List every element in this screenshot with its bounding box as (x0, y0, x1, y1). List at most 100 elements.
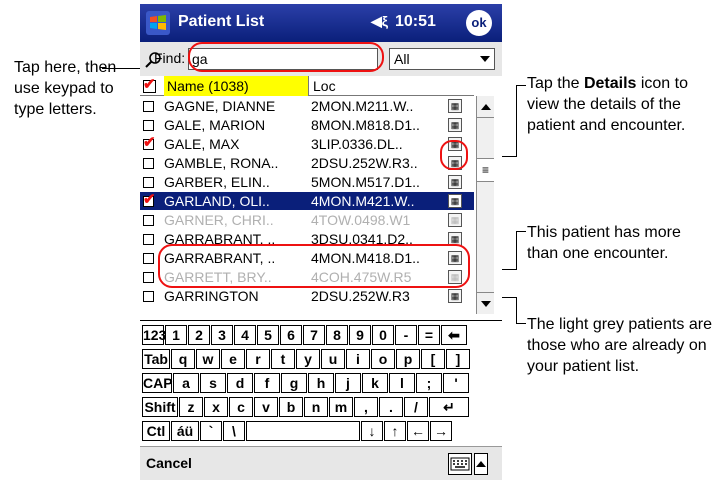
key[interactable] (246, 421, 360, 441)
patient-row[interactable]: GARBER, ELIN.. 5MON.M517.D1.. ▦ (140, 173, 474, 191)
key[interactable]: - (395, 325, 417, 345)
patient-row[interactable]: GALE, MARION 8MON.M818.D1.. ▦ (140, 116, 474, 134)
scroll-thumb[interactable]: ≡ (477, 158, 494, 182)
row-checkbox[interactable] (143, 215, 154, 226)
key[interactable]: i (346, 349, 370, 369)
key[interactable]: 5 (257, 325, 279, 345)
select-all-checkbox[interactable]: ✔ (143, 76, 156, 93)
key[interactable]: ] (446, 349, 470, 369)
key[interactable]: t (271, 349, 295, 369)
key[interactable]: 9 (349, 325, 371, 345)
key[interactable]: 4 (234, 325, 256, 345)
key[interactable]: o (371, 349, 395, 369)
key[interactable]: ← (407, 421, 429, 441)
key[interactable]: r (246, 349, 270, 369)
key[interactable]: ` (200, 421, 222, 441)
details-icon[interactable]: ▦ (448, 213, 462, 227)
details-icon[interactable]: ▦ (448, 289, 462, 303)
key[interactable]: ' (443, 373, 469, 393)
key[interactable]: 123 (142, 325, 166, 345)
key[interactable]: s (200, 373, 226, 393)
key[interactable]: d (227, 373, 253, 393)
keyboard-icon[interactable] (448, 453, 472, 475)
key[interactable]: ↓ (361, 421, 383, 441)
key[interactable]: → (430, 421, 452, 441)
key[interactable]: a (173, 373, 199, 393)
filter-dropdown[interactable]: All (389, 48, 495, 70)
key[interactable]: 6 (280, 325, 302, 345)
cancel-button[interactable]: Cancel (146, 455, 192, 471)
row-checkbox[interactable] (143, 272, 154, 283)
key[interactable]: n (304, 397, 328, 417)
row-checkbox[interactable] (143, 158, 154, 169)
key[interactable]: h (308, 373, 334, 393)
key[interactable]: ↑ (384, 421, 406, 441)
windows-start-icon[interactable] (144, 9, 172, 37)
clock[interactable]: 10:51 (395, 13, 436, 31)
row-checkbox[interactable] (143, 120, 154, 131)
key[interactable]: e (221, 349, 245, 369)
key[interactable]: j (335, 373, 361, 393)
key[interactable]: CAP (142, 373, 173, 393)
row-checkbox[interactable] (143, 291, 154, 302)
key[interactable]: . (379, 397, 403, 417)
key[interactable]: 0 (372, 325, 394, 345)
key[interactable]: 8 (326, 325, 348, 345)
key[interactable]: 3 (211, 325, 233, 345)
row-checkbox[interactable] (143, 177, 154, 188)
key[interactable]: Tab (142, 349, 170, 369)
details-icon[interactable]: ▦ (448, 194, 462, 208)
key[interactable]: c (229, 397, 253, 417)
row-checkbox[interactable]: ✔ (143, 191, 156, 208)
key[interactable]: x (204, 397, 228, 417)
key[interactable]: z (179, 397, 203, 417)
key[interactable]: = (418, 325, 440, 345)
key[interactable]: u (321, 349, 345, 369)
key[interactable]: b (279, 397, 303, 417)
key[interactable]: áü (171, 421, 199, 441)
key[interactable]: f (254, 373, 280, 393)
key[interactable]: w (196, 349, 220, 369)
key[interactable]: 2 (188, 325, 210, 345)
key[interactable]: m (329, 397, 353, 417)
patient-row[interactable]: ✔ GALE, MAX 3LIP.0336.DL.. ▦ (140, 134, 474, 153)
key[interactable]: , (354, 397, 378, 417)
key[interactable]: v (254, 397, 278, 417)
row-checkbox[interactable] (143, 234, 154, 245)
key[interactable]: 7 (303, 325, 325, 345)
key[interactable]: l (389, 373, 415, 393)
key[interactable]: ↵ (429, 397, 469, 417)
row-checkbox[interactable] (143, 101, 154, 112)
patient-row[interactable]: ✔ GARLAND, OLI.. 4MON.M421.W.. ▦ (140, 191, 474, 210)
row-checkbox[interactable]: ✔ (143, 134, 156, 151)
key[interactable]: p (396, 349, 420, 369)
patient-row[interactable]: GAMBLE, RONA.. 2DSU.252W.R3.. ▦ (140, 154, 474, 172)
column-header-loc[interactable]: Loc (310, 76, 336, 96)
scrollbar[interactable]: ≡ (476, 96, 494, 314)
details-icon[interactable]: ▦ (448, 118, 462, 132)
scroll-up-button[interactable] (477, 96, 494, 118)
key[interactable]: \ (223, 421, 245, 441)
column-header-name[interactable]: Name (1038) (164, 76, 309, 96)
speaker-icon[interactable]: ◀ξ (371, 13, 388, 30)
sip-menu-button[interactable] (474, 453, 488, 475)
row-checkbox[interactable] (143, 253, 154, 264)
key[interactable]: k (362, 373, 388, 393)
patient-row[interactable]: GARNER, CHRI.. 4TOW.0498.W1 ▦ (140, 211, 474, 229)
key[interactable]: Ctl (142, 421, 170, 441)
key[interactable]: [ (421, 349, 445, 369)
key[interactable]: g (281, 373, 307, 393)
key[interactable]: 1 (165, 325, 187, 345)
key[interactable]: q (171, 349, 195, 369)
key[interactable]: ; (416, 373, 442, 393)
key[interactable]: Shift (142, 397, 178, 417)
key[interactable]: / (404, 397, 428, 417)
details-icon[interactable]: ▦ (448, 99, 462, 113)
ok-button[interactable]: ok (466, 10, 492, 36)
details-icon[interactable]: ▦ (448, 175, 462, 189)
key[interactable]: ⬅ (441, 325, 467, 345)
key[interactable]: y (296, 349, 320, 369)
scroll-down-button[interactable] (477, 292, 494, 314)
patient-row[interactable]: GAGNE, DIANNE 2MON.M211.W.. ▦ (140, 97, 474, 115)
patient-row[interactable]: GARRINGTON 2DSU.252W.R3 ▦ (140, 287, 474, 305)
